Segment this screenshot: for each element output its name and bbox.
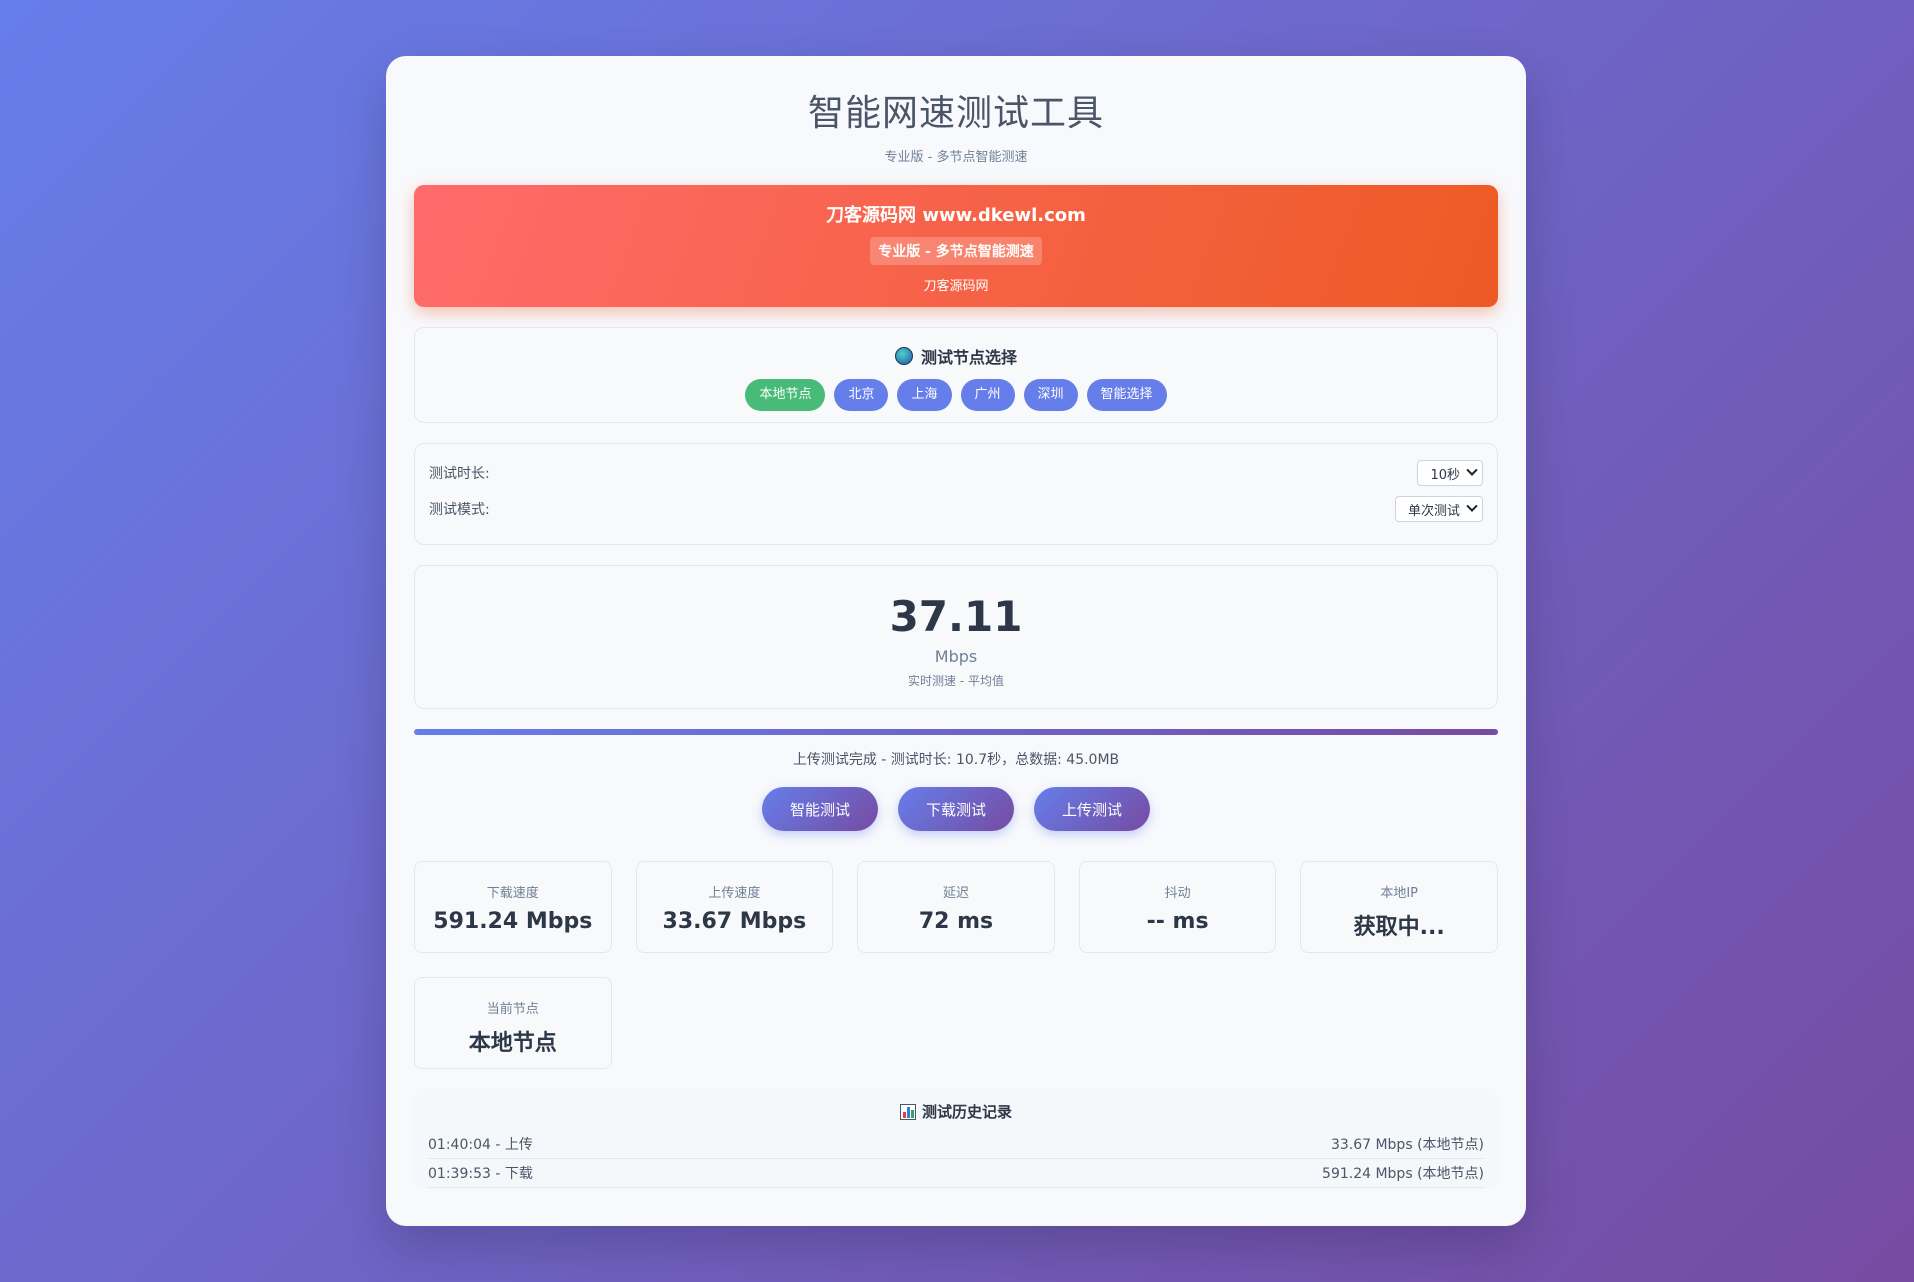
stat-card-current-node: 当前节点 本地节点 xyxy=(414,977,612,1069)
stat-card-download: 下载速度 591.24 Mbps xyxy=(414,861,612,953)
speed-unit: Mbps xyxy=(934,647,978,666)
node-button-shanghai[interactable]: 上海 xyxy=(897,379,952,411)
history-title: 测试历史记录 xyxy=(921,1103,1012,1121)
speed-value: 37.11 xyxy=(889,592,1023,641)
globe-icon xyxy=(894,347,913,365)
banner-title: 刀客源码网 www.dkewl.com xyxy=(826,205,1086,226)
stat-card-latency: 延迟 72 ms xyxy=(857,861,1055,953)
upload-test-button[interactable]: 上传测试 xyxy=(1034,787,1151,831)
smart-test-button[interactable]: 智能测试 xyxy=(761,787,878,831)
mode-select[interactable]: 单次测试 xyxy=(1394,496,1483,522)
bar-chart-icon xyxy=(899,1103,916,1120)
speed-display: 37.11 Mbps 实时测速 - 平均值 xyxy=(414,565,1498,709)
node-list: 本地节点 北京 上海 广州 深圳 智能选择 xyxy=(415,379,1497,411)
stat-label: 上传速度 xyxy=(708,886,761,901)
stat-value: 591.24 Mbps xyxy=(433,909,593,934)
duration-row: 测试时长: 10秒 xyxy=(429,460,1483,486)
chevron-down-icon xyxy=(1466,500,1478,512)
history-list: 01:40:04 - 上传 33.67 Mbps (本地节点) 01:39:53… xyxy=(428,1130,1484,1188)
node-button-local[interactable]: 本地节点 xyxy=(745,379,826,411)
stat-card-upload: 上传速度 33.67 Mbps xyxy=(635,861,834,953)
stat-label: 抖动 xyxy=(1164,886,1191,901)
node-button-guangzhou[interactable]: 广州 xyxy=(960,379,1015,411)
banner-footer: 刀客源码网 xyxy=(923,279,989,294)
node-selection-title: 测试节点选择 xyxy=(920,348,1017,367)
history-time-type: 01:39:53 - 下载 xyxy=(428,1166,533,1182)
history-time-type: 01:40:04 - 上传 xyxy=(428,1137,533,1153)
mode-value: 单次测试 xyxy=(1407,503,1460,519)
page-title: 智能网速测试工具 xyxy=(807,93,1104,134)
promo-banner: 刀客源码网 www.dkewl.com 专业版 - 多节点智能测速 刀客源码网 xyxy=(414,185,1498,307)
history-result: 591.24 Mbps (本地节点) xyxy=(1322,1166,1484,1182)
banner-badge: 专业版 - 多节点智能测速 xyxy=(870,237,1042,265)
stat-value: -- ms xyxy=(1146,909,1209,934)
duration-select[interactable]: 10秒 xyxy=(1417,460,1483,486)
speed-note: 实时测速 - 平均值 xyxy=(908,674,1004,688)
status-text: 上传测试完成 - 测试时长: 10.7秒，总数据: 45.0MB xyxy=(792,752,1120,768)
history-row: 01:40:04 - 上传 33.67 Mbps (本地节点) xyxy=(428,1130,1484,1159)
page-subtitle: 专业版 - 多节点智能测速 xyxy=(884,150,1028,165)
chevron-down-icon xyxy=(1466,464,1478,476)
duration-label: 测试时长: xyxy=(429,466,490,482)
progress-bar xyxy=(414,729,1498,735)
stat-value: 33.67 Mbps xyxy=(662,909,807,934)
node-selection-header: 测试节点选择 xyxy=(894,344,1017,368)
history-panel: 测试历史记录 01:40:04 - 上传 33.67 Mbps (本地节点) 0… xyxy=(414,1089,1498,1189)
mode-row: 测试模式: 单次测试 xyxy=(429,496,1483,522)
stat-card-jitter: 抖动 -- ms xyxy=(1078,861,1277,953)
stat-label: 下载速度 xyxy=(486,886,539,901)
stat-label: 本地IP xyxy=(1380,886,1419,901)
progress-fill xyxy=(414,729,1498,735)
history-result: 33.67 Mbps (本地节点) xyxy=(1330,1137,1484,1153)
history-row: 01:39:53 - 下载 591.24 Mbps (本地节点) xyxy=(428,1159,1484,1188)
stat-label: 当前节点 xyxy=(486,1002,539,1017)
stat-value: 本地节点 xyxy=(468,1031,557,1056)
node-selection-panel: 测试节点选择 本地节点 北京 上海 广州 深圳 智能选择 xyxy=(414,327,1498,423)
stats-grid: 下载速度 591.24 Mbps 上传速度 33.67 Mbps 延迟 72 m… xyxy=(414,861,1498,1069)
stat-card-local-ip: 本地IP 获取中... xyxy=(1300,861,1498,953)
download-test-button[interactable]: 下载测试 xyxy=(897,787,1014,831)
main-card: 智能网速测试工具 专业版 - 多节点智能测速 刀客源码网 www.dkewl.c… xyxy=(386,56,1526,1226)
stat-value: 72 ms xyxy=(918,909,994,934)
action-buttons: 智能测试 下载测试 上传测试 xyxy=(414,787,1498,831)
mode-label: 测试模式: xyxy=(429,502,490,518)
node-button-shenzhen[interactable]: 深圳 xyxy=(1023,379,1078,411)
duration-value: 10秒 xyxy=(1430,467,1460,483)
node-button-smart[interactable]: 智能选择 xyxy=(1086,379,1167,411)
settings-panel: 测试时长: 10秒 测试模式: 单次测试 xyxy=(414,443,1498,545)
node-button-beijing[interactable]: 北京 xyxy=(834,379,889,411)
stat-value: 获取中... xyxy=(1353,915,1445,940)
stat-label: 延迟 xyxy=(942,886,969,901)
history-header: 测试历史记录 xyxy=(428,1101,1484,1122)
